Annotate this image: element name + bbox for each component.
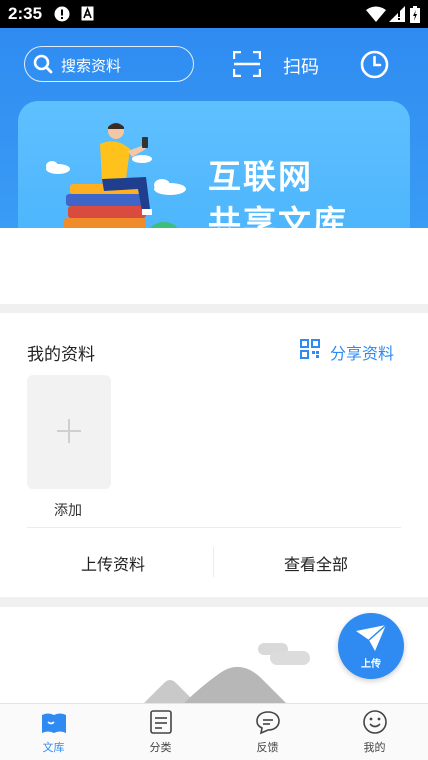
qr-grid-icon: [300, 339, 320, 359]
share-materials-label: 分享资料: [330, 344, 395, 363]
add-material-label: 添加: [54, 503, 82, 519]
book-icon: [42, 713, 66, 733]
wifi-icon: [366, 6, 386, 22]
clock-icon[interactable]: [360, 50, 389, 79]
search-icon: [33, 54, 53, 74]
mountain-illustration: [144, 643, 310, 703]
search-input[interactable]: 搜索资料: [24, 46, 194, 82]
smile-icon: [363, 710, 387, 734]
search-placeholder: 搜索资料: [61, 57, 122, 75]
tab-label: 我的: [363, 741, 386, 754]
status-time: 2:35: [8, 4, 43, 23]
battery-icon: [410, 6, 420, 23]
app-a-icon: [81, 6, 94, 21]
chat-icon: [256, 711, 280, 735]
my-materials-card: 我的资料 分享资料 添加 上传资料 查看全部: [0, 313, 428, 597]
tab-feedback[interactable]: 反馈: [214, 704, 321, 760]
scan-icon[interactable]: [233, 51, 261, 77]
tab-category[interactable]: 分类: [107, 704, 214, 760]
list-icon: [150, 710, 172, 734]
status-bar: 2:35: [0, 0, 428, 28]
upload-fab-label: 上传: [361, 659, 381, 670]
header-bottom-band: [0, 228, 428, 304]
tab-label: 文库: [42, 741, 65, 754]
banner-title-line1: 互联网: [208, 157, 313, 196]
plus-icon: [57, 419, 81, 443]
tab-library[interactable]: 文库: [0, 704, 107, 760]
alert-icon: [54, 6, 70, 22]
tab-label: 分类: [149, 741, 172, 754]
bottom-tab-bar: 文库 分类 反馈 我的: [0, 703, 428, 760]
view-all-link[interactable]: 查看全部: [214, 551, 418, 575]
my-materials-title: 我的资料: [27, 345, 95, 365]
add-material-button[interactable]: [27, 375, 111, 489]
tab-label: 反馈: [256, 741, 279, 754]
upload-materials-link[interactable]: 上传资料: [0, 551, 226, 575]
signal-icon: [389, 6, 405, 22]
upload-fab-button[interactable]: 上传: [338, 613, 404, 679]
paper-plane-icon: [356, 624, 387, 651]
scan-button[interactable]: 扫码: [283, 53, 319, 79]
tab-mine[interactable]: 我的: [321, 704, 428, 760]
divider: [27, 527, 401, 528]
